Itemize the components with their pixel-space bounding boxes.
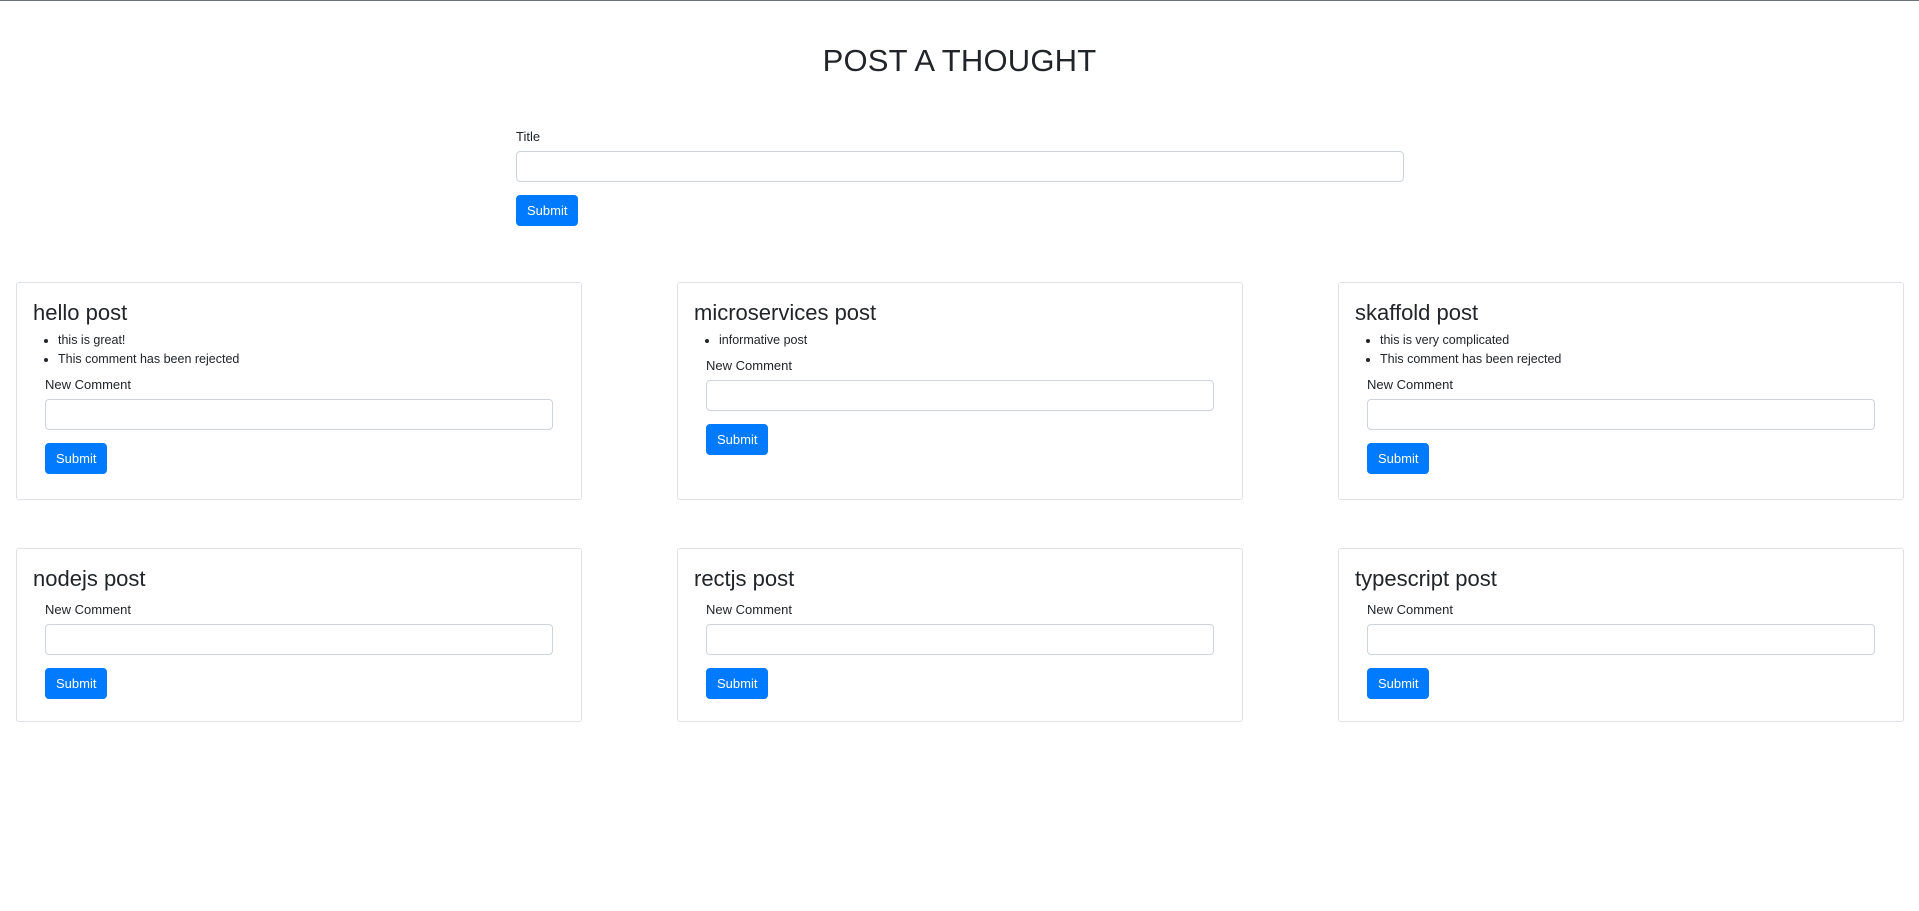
new-comment-label: New Comment (706, 602, 792, 617)
new-comment-label: New Comment (45, 602, 131, 617)
comment-form: New Comment Submit (706, 358, 1214, 455)
title-input[interactable] (516, 151, 1404, 182)
comment-form: New Comment Submit (1367, 377, 1875, 474)
post-title: skaffold post (1355, 300, 1479, 325)
new-comment-input[interactable] (45, 624, 553, 655)
comment-list: informative post (694, 331, 1226, 350)
comment-form: New Comment Submit (706, 602, 1214, 699)
new-comment-input[interactable] (706, 624, 1214, 655)
create-post-form: Title Submit (516, 129, 1404, 226)
new-comment-input[interactable] (1367, 624, 1875, 655)
post-title: typescript post (1355, 566, 1497, 591)
title-label: Title (516, 129, 541, 144)
create-post-submit-button[interactable]: Submit (516, 195, 579, 226)
comment-list: this is very complicated This comment ha… (1355, 331, 1887, 369)
post-card-microservices: microservices post informative post New … (677, 282, 1243, 500)
comment-submit-button[interactable]: Submit (706, 424, 769, 455)
post-card-typescript: typescript post New Comment Submit (1338, 548, 1904, 722)
new-comment-label: New Comment (1367, 377, 1453, 392)
comment-list: this is great! This comment has been rej… (33, 331, 565, 369)
new-comment-label: New Comment (706, 358, 792, 373)
comment-item: This comment has been rejected (1380, 350, 1887, 369)
comment-submit-button[interactable]: Submit (45, 443, 108, 474)
comment-item: this is very complicated (1380, 331, 1887, 350)
comment-form: New Comment Submit (1367, 602, 1875, 699)
post-title: rectjs post (694, 566, 795, 591)
new-comment-input[interactable] (1367, 399, 1875, 430)
comment-submit-button[interactable]: Submit (1367, 668, 1430, 699)
post-card-rectjs: rectjs post New Comment Submit (677, 548, 1243, 722)
post-title: hello post (33, 300, 128, 325)
comment-item: informative post (719, 331, 1226, 350)
comment-submit-button[interactable]: Submit (45, 668, 108, 699)
post-card-hello: hello post this is great! This comment h… (16, 282, 582, 500)
comment-submit-button[interactable]: Submit (1367, 443, 1430, 474)
post-title: nodejs post (33, 566, 146, 591)
new-comment-label: New Comment (45, 377, 131, 392)
comment-submit-button[interactable]: Submit (706, 668, 769, 699)
post-card-skaffold: skaffold post this is very complicated T… (1338, 282, 1904, 500)
new-comment-label: New Comment (1367, 602, 1453, 617)
new-comment-input[interactable] (45, 399, 553, 430)
post-card-nodejs: nodejs post New Comment Submit (16, 548, 582, 722)
new-comment-input[interactable] (706, 380, 1214, 411)
post-title: microservices post (694, 300, 877, 325)
comment-form: New Comment Submit (45, 377, 553, 474)
comment-item: This comment has been rejected (58, 350, 565, 369)
comment-item: this is great! (58, 331, 565, 350)
comment-form: New Comment Submit (45, 602, 553, 699)
page-title: POST A THOUGHT (822, 43, 1097, 78)
